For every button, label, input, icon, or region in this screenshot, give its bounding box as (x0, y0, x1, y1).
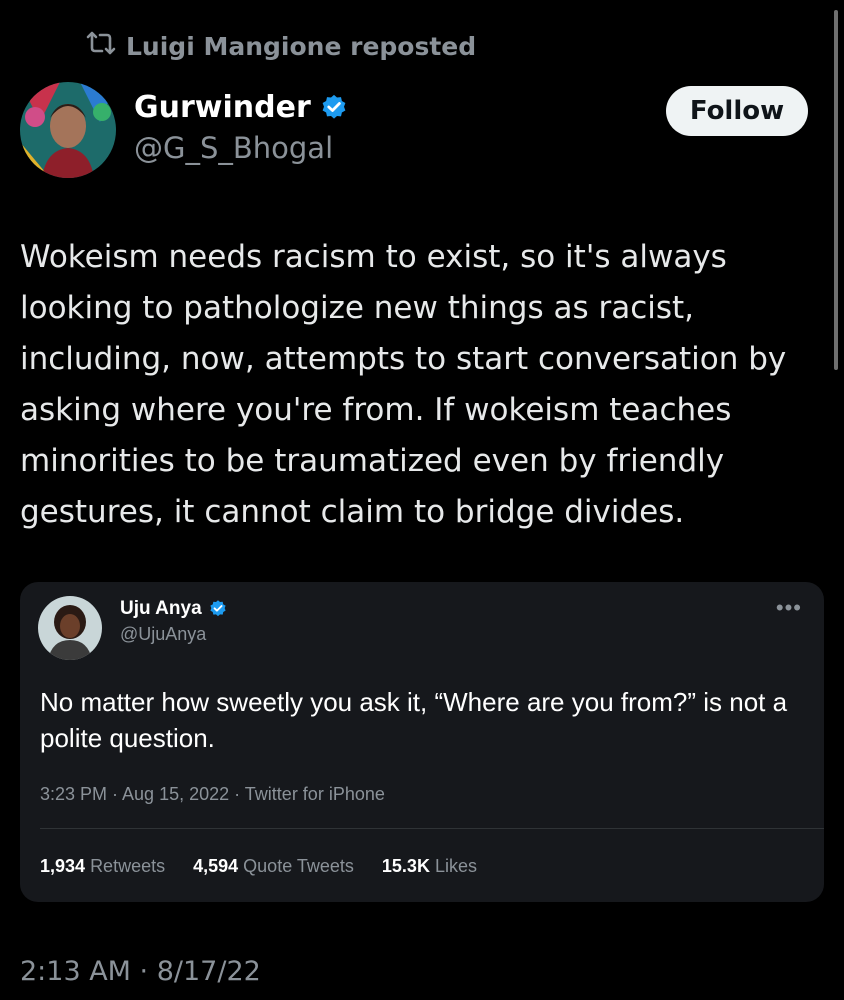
tweet-text: Wokeism needs racism to exist, so it's a… (20, 239, 787, 530)
repost-indicator[interactable]: Luigi Mangione reposted (86, 30, 476, 62)
retweets-stat[interactable]: 1,934 Retweets (40, 856, 165, 877)
author-name[interactable]: Gurwinder (134, 90, 311, 125)
more-options-icon[interactable]: ••• (776, 597, 802, 619)
quoted-author-avatar[interactable] (38, 596, 102, 660)
quote-tweets-stat[interactable]: 4,594 Quote Tweets (193, 856, 354, 877)
post-timestamp[interactable]: 2:13 AM · 8/17/22 (20, 956, 261, 987)
quoted-author-handle[interactable]: @UjuAnya (120, 624, 228, 645)
author-handle[interactable]: @G_S_Bhogal (134, 131, 349, 165)
likes-stat[interactable]: 15.3K Likes (382, 856, 477, 877)
repost-label: Luigi Mangione reposted (126, 31, 477, 61)
repost-icon (86, 30, 116, 62)
follow-button[interactable]: Follow (666, 86, 808, 136)
verified-badge-icon (319, 93, 349, 123)
quoted-tweet-meta[interactable]: 3:23 PM · Aug 15, 2022 · Twitter for iPh… (40, 784, 385, 805)
quoted-tweet-stats: 1,934 Retweets 4,594 Quote Tweets 15.3K … (40, 856, 477, 877)
author-info: Gurwinder @G_S_Bhogal (134, 90, 349, 165)
quoted-tweet-card[interactable]: Uju Anya @UjuAnya ••• No matter how swee… (20, 582, 824, 902)
author-avatar[interactable] (20, 82, 116, 178)
quoted-author-name[interactable]: Uju Anya (120, 598, 202, 620)
verified-badge-icon (208, 599, 228, 619)
quoted-author-info: Uju Anya @UjuAnya (120, 598, 228, 645)
divider (40, 828, 824, 829)
quoted-tweet-text: No matter how sweetly you ask it, “Where… (40, 687, 788, 753)
